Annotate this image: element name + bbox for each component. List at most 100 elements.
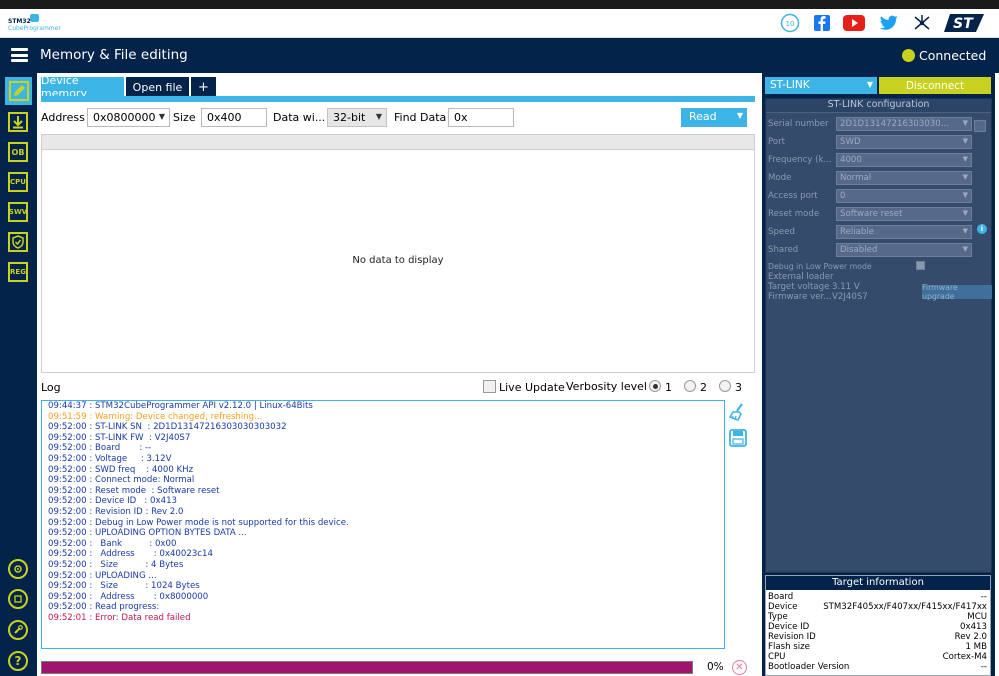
chevron-down-icon: ▼ xyxy=(158,112,165,121)
log-line: 09:52:00 : Device ID : 0x413 xyxy=(48,496,178,507)
anniversary-badge-icon[interactable]: 10 xyxy=(780,13,800,33)
firmware-upgrade-button[interactable]: Firmware upgrade xyxy=(922,283,992,301)
config-value: Disabled xyxy=(840,245,878,255)
find-data-field[interactable]: 0x xyxy=(448,108,514,127)
cancel-operation-icon[interactable]: ✕ xyxy=(732,660,747,675)
config-label: Frequency (k... xyxy=(768,155,832,165)
config-value: Reliable xyxy=(840,227,875,237)
verbosity-radio-3[interactable] xyxy=(719,380,731,392)
twitter-icon[interactable] xyxy=(880,15,898,31)
hamburger-menu-icon[interactable] xyxy=(11,48,28,62)
log-line: 09:52:00 : Debug in Low Power mode is no… xyxy=(48,517,349,528)
page-title: Memory & File editing xyxy=(40,47,188,63)
live-update-checkbox[interactable] xyxy=(483,380,496,393)
verbosity-radio-2[interactable] xyxy=(684,380,696,392)
config-label: Mode xyxy=(768,173,792,183)
refresh-serial-icon[interactable] xyxy=(974,120,986,132)
size-field[interactable]: 0x400 xyxy=(201,108,267,127)
memory-toolbar: Address 0x0800000 ▼ Size 0x400 Data wi..… xyxy=(41,108,755,128)
facebook-icon[interactable] xyxy=(814,15,830,31)
tab-open-file[interactable]: Open file xyxy=(126,77,189,97)
config-value: Normal xyxy=(840,173,872,183)
logo-cube-icon xyxy=(30,14,39,22)
network-icon[interactable] xyxy=(912,13,932,33)
target-info-row: Board -- xyxy=(768,592,987,602)
memory-data-table[interactable]: No data to display xyxy=(41,134,755,373)
address-field[interactable]: 0x0800000 ▼ xyxy=(87,108,170,127)
st-logo-icon[interactable]: ST xyxy=(944,12,984,34)
disconnect-button[interactable]: Disconnect xyxy=(879,77,991,94)
nav-swv[interactable]: SWV xyxy=(6,200,30,224)
data-width-label: Data wi... xyxy=(273,111,326,124)
read-button[interactable]: Read ▼ xyxy=(681,108,747,127)
nav-beta-tool-2[interactable] xyxy=(6,587,30,611)
chevron-down-icon: ▼ xyxy=(962,191,968,199)
log-output[interactable]: 09:44:37 : STM32CubeProgrammer API v2.12… xyxy=(41,400,725,649)
target-voltage-value: 3.11 V xyxy=(832,282,860,292)
left-navigation: OB CPU SWV REG ? xyxy=(0,73,37,676)
logo-line2: CubeProgrammer xyxy=(8,25,61,32)
target-info-value: 0x413 xyxy=(960,622,987,632)
registers-icon: REG xyxy=(8,262,28,282)
config-select[interactable]: Normal ▼ xyxy=(836,171,972,185)
config-select[interactable]: Software reset ▼ xyxy=(836,207,972,221)
table-header xyxy=(42,135,754,150)
log-line: 09:52:00 : Bank : 0x00 xyxy=(48,538,177,549)
chevron-down-icon: ▼ xyxy=(962,119,968,127)
nav-security[interactable] xyxy=(6,230,30,254)
wrench-icon xyxy=(8,620,28,640)
log-line: 09:52:00 : Board : -- xyxy=(48,443,152,454)
config-select[interactable]: 0 ▼ xyxy=(836,189,972,203)
log-line: 09:52:00 : Read progress: xyxy=(48,602,160,613)
data-width-select[interactable]: 32-bit ▼ xyxy=(327,108,387,127)
config-label: Access port xyxy=(768,191,818,201)
stlink-config-title: ST-LINK configuration xyxy=(766,99,991,113)
read-button-label: Read xyxy=(689,110,717,123)
log-line: 09:52:00 : Voltage : 3.12V xyxy=(48,453,172,464)
help-icon: ? xyxy=(8,651,28,671)
config-select[interactable]: 4000 ▼ xyxy=(836,153,972,167)
firmware-version-value: V2J40S7 xyxy=(832,292,868,302)
nav-registers[interactable]: REG xyxy=(6,260,30,284)
nav-tools[interactable] xyxy=(6,618,30,642)
save-log-icon[interactable] xyxy=(728,428,748,448)
chevron-down-icon: ▼ xyxy=(866,80,873,89)
log-line: 09:52:00 : Address : 0x40023c14 xyxy=(48,549,213,560)
nav-mcu-core[interactable]: CPU xyxy=(6,170,30,194)
app-header: STM32 CubeProgrammer 10 ST xyxy=(0,9,999,38)
nav-beta-tool-1[interactable] xyxy=(6,557,30,581)
youtube-icon[interactable] xyxy=(843,15,865,31)
log-line: 09:52:00 : Address : 0x8000000 xyxy=(48,591,209,602)
nav-erase-programming[interactable] xyxy=(6,110,30,134)
config-select[interactable]: SWD ▼ xyxy=(836,135,972,149)
add-tab-button[interactable]: + xyxy=(191,77,216,97)
verbosity-level-1: 1 xyxy=(665,381,672,394)
clear-log-broom-icon[interactable] xyxy=(728,402,748,422)
log-line: 09:52:00 : Revision ID : Rev 2.0 xyxy=(48,506,184,517)
target-info-title: Target information xyxy=(766,576,990,590)
info-icon[interactable]: i xyxy=(977,224,987,234)
probe-select[interactable]: ST-LINK ▼ xyxy=(765,77,877,94)
cpu-icon: CPU xyxy=(8,172,28,192)
config-select[interactable]: Reliable ▼ xyxy=(836,225,972,239)
nav-memory-editing[interactable] xyxy=(5,77,32,105)
log-line: 09:52:00 : SWD freq : 4000 KHz xyxy=(48,464,194,475)
verbosity-radio-1[interactable] xyxy=(649,380,661,392)
logo-line1: STM32 xyxy=(8,18,31,25)
target-info-key: CPU xyxy=(768,652,786,662)
target-information-panel: Target information Board -- Device STM32F40… xyxy=(765,575,991,676)
target-info-key: Revision ID xyxy=(768,632,816,642)
connection-status-dot xyxy=(902,49,915,62)
log-label: Log xyxy=(41,381,61,394)
target-info-value: 1 MB xyxy=(965,642,987,652)
tab-device-memory[interactable]: Device memory xyxy=(41,74,124,100)
nav-option-bytes[interactable]: OB xyxy=(6,140,30,164)
debug-low-power-checkbox[interactable] xyxy=(916,261,925,270)
log-line: 09:52:00 : Connect mode: Normal xyxy=(48,475,195,486)
target-info-key: Board xyxy=(768,592,794,602)
config-select[interactable]: Disabled ▼ xyxy=(836,243,972,257)
log-line: 09:52:00 : Size : 4 Bytes xyxy=(48,559,184,570)
nav-help[interactable]: ? xyxy=(6,649,30,673)
target-info-value: -- xyxy=(980,592,987,602)
config-select[interactable]: 2D1D13147216303030... ▼ xyxy=(836,117,972,131)
